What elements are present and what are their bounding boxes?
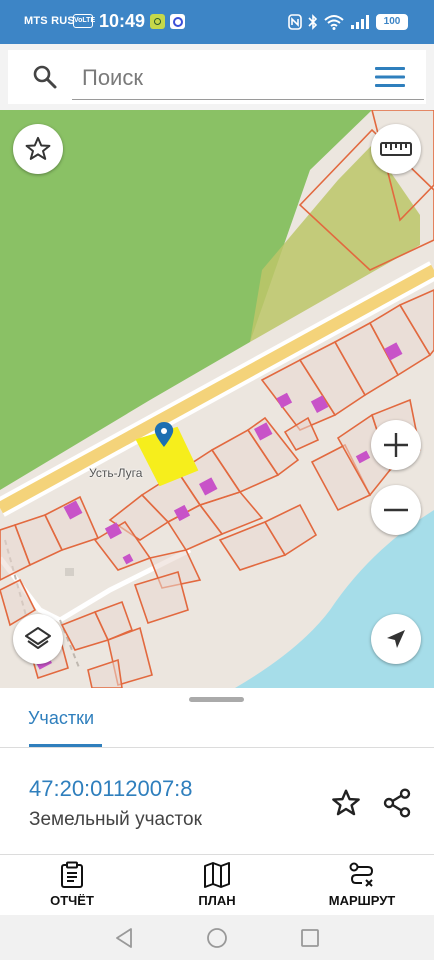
star-outline-icon[interactable] [330, 787, 362, 819]
search-bar [0, 44, 434, 110]
zoom-in-button[interactable] [371, 420, 421, 470]
parcel-bottom-sheet: Участки 47:20:0112007:8 Земельный участо… [0, 688, 434, 855]
plus-icon [384, 433, 408, 457]
battery-icon: 100 [376, 14, 408, 30]
report-button[interactable]: ОТЧЁТ [17, 861, 127, 913]
my-location-button[interactable] [371, 614, 421, 664]
ruler-button[interactable] [371, 124, 421, 174]
parcel-type-label: Земельный участок [29, 809, 202, 830]
navigation-arrow-icon [387, 630, 405, 648]
menu-icon[interactable] [375, 66, 405, 88]
back-icon[interactable] [114, 927, 134, 949]
app-notification-icon-2 [170, 14, 185, 29]
map-view[interactable]: Усть-Луга [0, 110, 434, 688]
status-icons: 100 [288, 12, 408, 32]
map-favorite-button[interactable] [13, 124, 63, 174]
parcel-cadastral-number[interactable]: 47:20:0112007:8 [29, 776, 193, 802]
route-icon [349, 862, 374, 887]
layers-button[interactable] [13, 614, 63, 664]
clock: 10:49 [99, 11, 146, 31]
ruler-icon [380, 142, 412, 156]
plan-button[interactable]: ПЛАН [162, 861, 272, 913]
carrier-label: MTS RUS [24, 15, 75, 27]
zoom-out-button[interactable] [371, 485, 421, 535]
plan-label: ПЛАН [198, 893, 236, 908]
share-icon[interactable] [381, 787, 413, 819]
home-icon[interactable] [206, 927, 228, 949]
tab-parcels[interactable]: Участки [28, 708, 94, 746]
divider [0, 747, 434, 748]
volte-badge: VoLTE [73, 14, 95, 28]
minus-icon [384, 508, 408, 512]
signal-icon [351, 15, 369, 29]
route-label: МАРШРУТ [328, 893, 396, 908]
search-icon[interactable] [32, 64, 58, 90]
nfc-icon [288, 14, 302, 30]
status-bar: MTS RUS VoLTE 10:49 100 [0, 0, 434, 44]
layers-icon [25, 627, 51, 649]
wifi-icon [324, 15, 344, 30]
map-icon [204, 862, 230, 888]
search-input[interactable] [72, 56, 424, 100]
report-label: ОТЧЁТ [50, 893, 94, 908]
app-notification-icon [150, 14, 165, 29]
map-place-label: Усть-Луга [89, 466, 143, 480]
clipboard-icon [61, 861, 83, 888]
system-navigation-bar [0, 915, 434, 960]
cadastral-map[interactable] [0, 110, 434, 688]
search-card [8, 50, 426, 104]
action-bar: ОТЧЁТ ПЛАН МАРШРУТ [0, 855, 434, 915]
sheet-drag-handle[interactable] [189, 697, 244, 702]
recents-icon[interactable] [300, 928, 320, 948]
route-button[interactable]: МАРШРУТ [307, 861, 417, 913]
star-icon [25, 136, 51, 160]
bluetooth-icon [308, 14, 318, 30]
